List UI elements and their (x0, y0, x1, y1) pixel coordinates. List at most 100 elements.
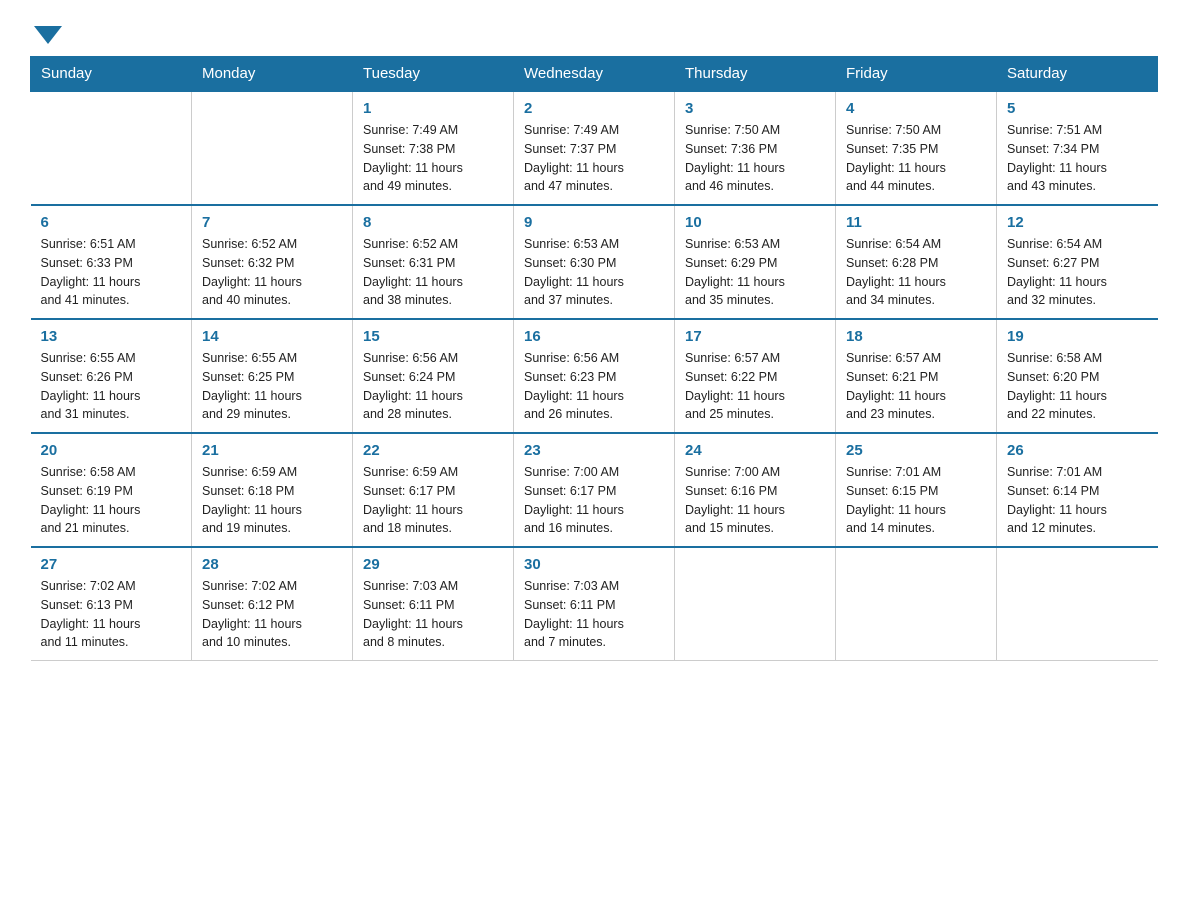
calendar-cell: 3 Sunrise: 7:50 AM Sunset: 7:36 PM Daylig… (675, 91, 836, 205)
calendar-cell: 23Sunrise: 7:00 AM Sunset: 6:17 PM Dayli… (514, 433, 675, 547)
week-row-4: 20 Sunrise: 6:58 AM Sunset: 6:19 PM Dayli… (31, 433, 1158, 547)
weekday-header-sunday: Sunday (31, 57, 192, 92)
day-number: 19 (1007, 328, 1148, 345)
day-info: Sunrise: 7:49 AM Sunset: 7:38 PM Dayligh… (363, 121, 503, 196)
calendar-cell: 6 Sunrise: 6:51 AM Sunset: 6:33 PM Daylig… (31, 205, 192, 319)
calendar-cell (836, 547, 997, 661)
calendar-cell: 11 Sunrise: 6:54 AM Sunset: 6:28 PM Dayli… (836, 205, 997, 319)
weekday-header-saturday: Saturday (997, 57, 1158, 92)
day-info: Sunrise: 6:53 AM Sunset: 6:30 PM Dayligh… (524, 235, 664, 310)
calendar-cell: 1 Sunrise: 7:49 AM Sunset: 7:38 PM Daylig… (353, 91, 514, 205)
weekday-header-row: SundayMondayTuesdayWednesdayThursdayFrid… (31, 57, 1158, 92)
day-info: Sunrise: 6:58 AM Sunset: 6:19 PM Dayligh… (41, 463, 182, 538)
calendar-cell: 21 Sunrise: 6:59 AM Sunset: 6:18 PM Dayli… (192, 433, 353, 547)
calendar-cell (675, 547, 836, 661)
calendar-cell: 18 Sunrise: 6:57 AM Sunset: 6:21 PM Dayli… (836, 319, 997, 433)
day-info: Sunrise: 7:02 AM Sunset: 6:12 PM Dayligh… (202, 577, 342, 652)
day-number: 2 (524, 100, 664, 117)
day-info: Sunrise: 7:50 AM Sunset: 7:35 PM Dayligh… (846, 121, 986, 196)
calendar-cell: 28 Sunrise: 7:02 AM Sunset: 6:12 PM Dayli… (192, 547, 353, 661)
weekday-header-friday: Friday (836, 57, 997, 92)
day-info: Sunrise: 7:01 AM Sunset: 6:15 PM Dayligh… (846, 463, 986, 538)
weekday-header-tuesday: Tuesday (353, 57, 514, 92)
day-info: Sunrise: 7:51 AM Sunset: 7:34 PM Dayligh… (1007, 121, 1148, 196)
calendar-cell: 14 Sunrise: 6:55 AM Sunset: 6:25 PM Dayli… (192, 319, 353, 433)
day-number: 3 (685, 100, 825, 117)
day-info: Sunrise: 6:59 AM Sunset: 6:17 PM Dayligh… (363, 463, 503, 538)
day-info: Sunrise: 6:55 AM Sunset: 6:26 PM Dayligh… (41, 349, 182, 424)
calendar-cell: 13 Sunrise: 6:55 AM Sunset: 6:26 PM Dayli… (31, 319, 192, 433)
calendar-cell (31, 91, 192, 205)
day-info: Sunrise: 6:54 AM Sunset: 6:28 PM Dayligh… (846, 235, 986, 310)
calendar-cell: 7 Sunrise: 6:52 AM Sunset: 6:32 PM Daylig… (192, 205, 353, 319)
calendar-cell: 2 Sunrise: 7:49 AM Sunset: 7:37 PM Daylig… (514, 91, 675, 205)
calendar-cell: 17Sunrise: 6:57 AM Sunset: 6:22 PM Dayli… (675, 319, 836, 433)
day-number: 21 (202, 442, 342, 459)
calendar-cell: 26 Sunrise: 7:01 AM Sunset: 6:14 PM Dayli… (997, 433, 1158, 547)
logo (30, 20, 62, 40)
calendar-cell: 16 Sunrise: 6:56 AM Sunset: 6:23 PM Dayli… (514, 319, 675, 433)
day-number: 6 (41, 214, 182, 231)
day-number: 15 (363, 328, 503, 345)
day-info: Sunrise: 7:00 AM Sunset: 6:16 PM Dayligh… (685, 463, 825, 538)
calendar-cell: 12 Sunrise: 6:54 AM Sunset: 6:27 PM Dayli… (997, 205, 1158, 319)
week-row-5: 27Sunrise: 7:02 AM Sunset: 6:13 PM Dayli… (31, 547, 1158, 661)
weekday-header-wednesday: Wednesday (514, 57, 675, 92)
day-number: 12 (1007, 214, 1148, 231)
day-number: 24 (685, 442, 825, 459)
day-number: 26 (1007, 442, 1148, 459)
calendar-cell: 29 Sunrise: 7:03 AM Sunset: 6:11 PM Dayli… (353, 547, 514, 661)
day-info: Sunrise: 6:56 AM Sunset: 6:23 PM Dayligh… (524, 349, 664, 424)
day-info: Sunrise: 6:54 AM Sunset: 6:27 PM Dayligh… (1007, 235, 1148, 310)
week-row-1: 1 Sunrise: 7:49 AM Sunset: 7:38 PM Daylig… (31, 91, 1158, 205)
calendar-cell: 15 Sunrise: 6:56 AM Sunset: 6:24 PM Dayli… (353, 319, 514, 433)
day-number: 10 (685, 214, 825, 231)
day-info: Sunrise: 6:52 AM Sunset: 6:32 PM Dayligh… (202, 235, 342, 310)
calendar-cell: 24 Sunrise: 7:00 AM Sunset: 6:16 PM Dayli… (675, 433, 836, 547)
calendar-cell: 20 Sunrise: 6:58 AM Sunset: 6:19 PM Dayli… (31, 433, 192, 547)
day-info: Sunrise: 6:51 AM Sunset: 6:33 PM Dayligh… (41, 235, 182, 310)
day-info: Sunrise: 6:57 AM Sunset: 6:22 PM Dayligh… (685, 349, 825, 424)
day-info: Sunrise: 7:50 AM Sunset: 7:36 PM Dayligh… (685, 121, 825, 196)
day-number: 29 (363, 556, 503, 573)
day-info: Sunrise: 6:57 AM Sunset: 6:21 PM Dayligh… (846, 349, 986, 424)
day-number: 8 (363, 214, 503, 231)
day-number: 16 (524, 328, 664, 345)
calendar-cell: 22Sunrise: 6:59 AM Sunset: 6:17 PM Dayli… (353, 433, 514, 547)
calendar-cell: 10 Sunrise: 6:53 AM Sunset: 6:29 PM Dayli… (675, 205, 836, 319)
calendar-cell: 30Sunrise: 7:03 AM Sunset: 6:11 PM Dayli… (514, 547, 675, 661)
day-number: 18 (846, 328, 986, 345)
day-number: 5 (1007, 100, 1148, 117)
day-info: Sunrise: 7:01 AM Sunset: 6:14 PM Dayligh… (1007, 463, 1148, 538)
day-number: 1 (363, 100, 503, 117)
day-info: Sunrise: 6:59 AM Sunset: 6:18 PM Dayligh… (202, 463, 342, 538)
day-number: 28 (202, 556, 342, 573)
page-header (30, 20, 1158, 40)
week-row-2: 6 Sunrise: 6:51 AM Sunset: 6:33 PM Daylig… (31, 205, 1158, 319)
day-info: Sunrise: 6:53 AM Sunset: 6:29 PM Dayligh… (685, 235, 825, 310)
day-number: 9 (524, 214, 664, 231)
day-info: Sunrise: 6:56 AM Sunset: 6:24 PM Dayligh… (363, 349, 503, 424)
day-number: 20 (41, 442, 182, 459)
calendar-cell: 27Sunrise: 7:02 AM Sunset: 6:13 PM Dayli… (31, 547, 192, 661)
day-number: 7 (202, 214, 342, 231)
day-number: 13 (41, 328, 182, 345)
weekday-header-monday: Monday (192, 57, 353, 92)
day-info: Sunrise: 6:52 AM Sunset: 6:31 PM Dayligh… (363, 235, 503, 310)
weekday-header-thursday: Thursday (675, 57, 836, 92)
day-info: Sunrise: 7:49 AM Sunset: 7:37 PM Dayligh… (524, 121, 664, 196)
calendar-cell: 19 Sunrise: 6:58 AM Sunset: 6:20 PM Dayli… (997, 319, 1158, 433)
day-number: 11 (846, 214, 986, 231)
calendar-cell: 4Sunrise: 7:50 AM Sunset: 7:35 PM Daylig… (836, 91, 997, 205)
day-number: 30 (524, 556, 664, 573)
day-info: Sunrise: 6:55 AM Sunset: 6:25 PM Dayligh… (202, 349, 342, 424)
day-number: 14 (202, 328, 342, 345)
day-number: 25 (846, 442, 986, 459)
day-info: Sunrise: 6:58 AM Sunset: 6:20 PM Dayligh… (1007, 349, 1148, 424)
day-info: Sunrise: 7:03 AM Sunset: 6:11 PM Dayligh… (363, 577, 503, 652)
calendar-cell: 5 Sunrise: 7:51 AM Sunset: 7:34 PM Daylig… (997, 91, 1158, 205)
logo-arrow-icon (34, 26, 62, 44)
calendar-table: SundayMondayTuesdayWednesdayThursdayFrid… (30, 56, 1158, 661)
calendar-cell (192, 91, 353, 205)
day-number: 27 (41, 556, 182, 573)
